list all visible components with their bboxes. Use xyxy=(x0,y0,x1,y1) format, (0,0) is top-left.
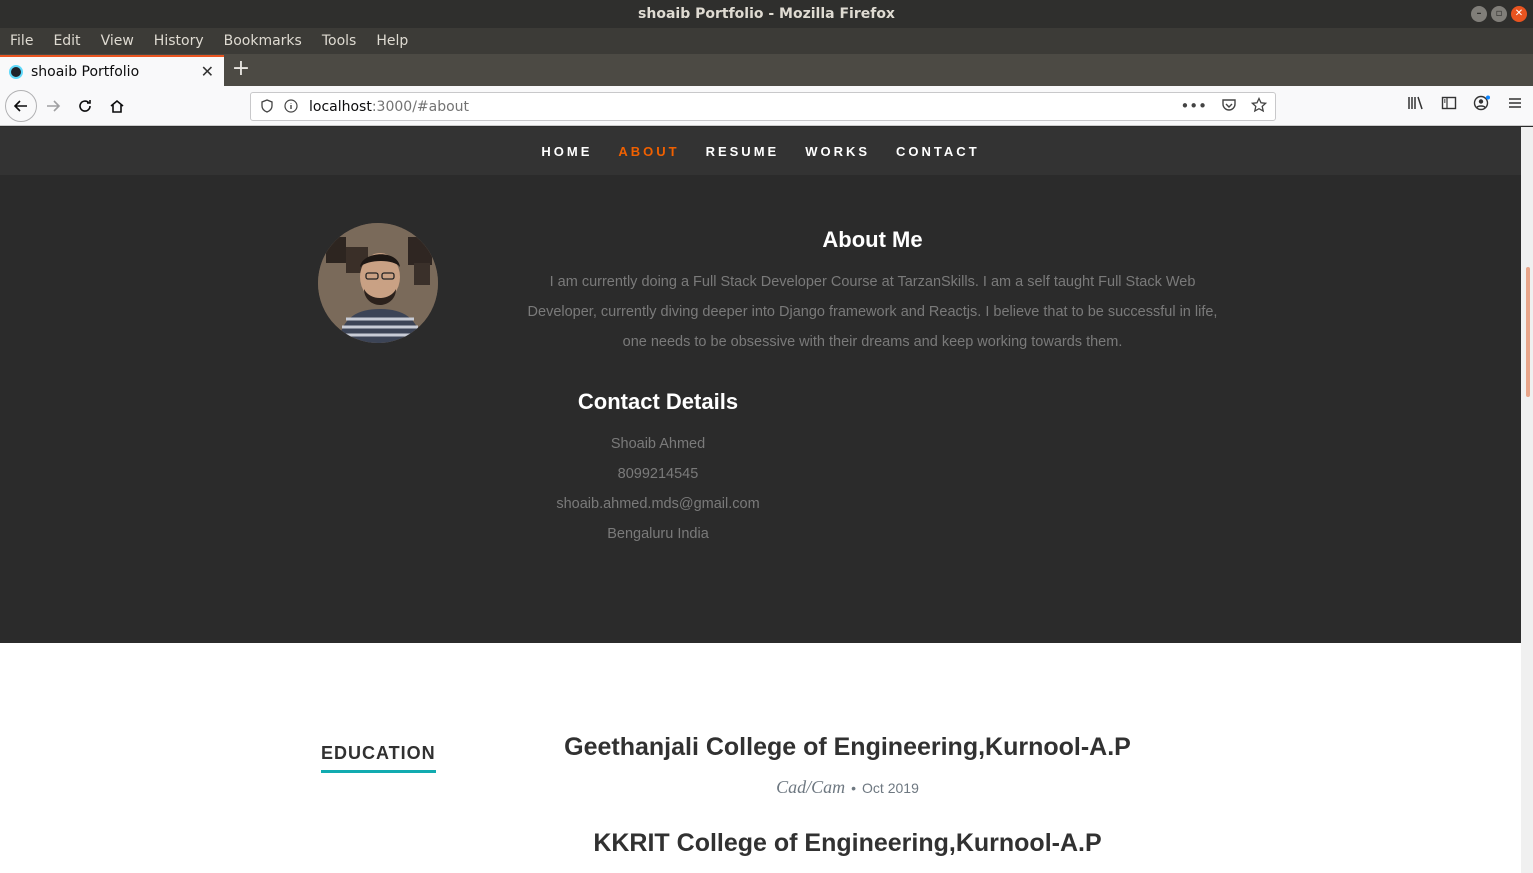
home-icon xyxy=(110,99,124,113)
about-section: About Me I am currently doing a Full Sta… xyxy=(0,175,1521,643)
url-text[interactable]: localhost:3000/#about xyxy=(309,99,469,115)
resume-section: EDUCATION Geethanjali College of Enginee… xyxy=(0,643,1521,873)
contact-phone: 8099214545 xyxy=(617,466,699,482)
about-bio: I am currently doing a Full Stack Develo… xyxy=(527,274,1218,350)
nav-link-resume[interactable]: RESUME xyxy=(706,144,780,159)
bookmark-star-icon[interactable] xyxy=(1250,96,1268,117)
degree: Cad/Cam xyxy=(776,777,846,797)
sidebar-icon[interactable] xyxy=(1441,95,1457,115)
reload-icon xyxy=(79,100,91,112)
education-label: EDUCATION xyxy=(321,743,436,773)
url-path: :3000/#about xyxy=(371,98,470,115)
page-actions-icon[interactable]: ••• xyxy=(1180,97,1207,117)
menu-bar: File Edit View History Bookmarks Tools H… xyxy=(0,28,1533,54)
school-name: Geethanjali College of Engineering,Kurno… xyxy=(564,733,1131,761)
url-actions: ••• xyxy=(1180,96,1268,117)
reload-button[interactable] xyxy=(70,91,100,121)
tab-title: shoaib Portfolio xyxy=(31,63,140,80)
home-button[interactable] xyxy=(102,91,132,121)
site-navigation: HOME ABOUT RESUME WORKS CONTACT xyxy=(0,127,1521,175)
forward-arrow-icon xyxy=(47,100,61,112)
profile-photo xyxy=(318,223,438,343)
window-title: shoaib Portfolio - Mozilla Firefox xyxy=(638,6,895,22)
menu-bookmarks[interactable]: Bookmarks xyxy=(224,33,302,49)
education-date: Oct 2019 xyxy=(862,780,919,796)
menu-edit[interactable]: Edit xyxy=(53,33,80,49)
pocket-icon[interactable] xyxy=(1221,97,1237,117)
menu-history[interactable]: History xyxy=(154,33,204,49)
contact-name: Shoaib Ahmed xyxy=(610,436,706,452)
school-name: KKRIT College of Engineering,Kurnool-A.P xyxy=(593,829,1102,857)
toolbar-right xyxy=(1407,95,1523,115)
tab-strip: shoaib Portfolio ✕ + xyxy=(0,54,1533,86)
account-icon[interactable] xyxy=(1473,95,1491,115)
url-bar[interactable]: localhost:3000/#about ••• xyxy=(250,92,1276,121)
navigation-toolbar: localhost:3000/#about ••• xyxy=(0,86,1533,126)
tab-close-icon[interactable]: ✕ xyxy=(201,62,214,81)
tab-active[interactable]: shoaib Portfolio ✕ xyxy=(0,55,224,86)
new-tab-button[interactable]: + xyxy=(230,58,252,80)
nav-link-works[interactable]: WORKS xyxy=(805,144,870,159)
window-titlebar: shoaib Portfolio - Mozilla Firefox – ▫ ✕ xyxy=(0,0,1533,28)
scrollbar-thumb[interactable] xyxy=(1526,267,1530,397)
nav-link-contact[interactable]: CONTACT xyxy=(896,144,980,159)
contact-email: shoaib.ahmed.mds@gmail.com xyxy=(556,496,760,512)
forward-button[interactable] xyxy=(38,91,68,121)
menu-view[interactable]: View xyxy=(101,33,134,49)
about-heading: About Me xyxy=(822,227,923,252)
contact-location: Bengaluru India xyxy=(607,526,709,542)
window-controls: – ▫ ✕ xyxy=(1471,6,1527,22)
back-button[interactable] xyxy=(5,90,37,122)
minimize-button[interactable]: – xyxy=(1471,6,1487,22)
nav-link-about[interactable]: ABOUT xyxy=(618,144,679,159)
url-host: localhost xyxy=(309,98,372,115)
contact-details: Shoaib Ahmed 8099214545 shoaib.ahmed.mds… xyxy=(508,429,808,549)
hamburger-menu-icon[interactable] xyxy=(1507,95,1523,115)
contact-details-heading: Contact Details xyxy=(577,389,739,414)
school-info: Cad/Cam • Oct 2019 xyxy=(520,777,1175,798)
close-window-button[interactable]: ✕ xyxy=(1511,6,1527,22)
info-bullet: • xyxy=(851,780,857,796)
menu-help[interactable]: Help xyxy=(376,33,408,49)
react-favicon-icon xyxy=(9,64,23,79)
back-arrow-icon xyxy=(13,100,27,112)
tracking-shield-icon[interactable] xyxy=(259,98,275,115)
site-info-icon[interactable] xyxy=(283,98,299,115)
menu-tools[interactable]: Tools xyxy=(322,33,357,49)
nav-link-home[interactable]: HOME xyxy=(541,144,592,159)
maximize-button[interactable]: ▫ xyxy=(1491,6,1507,22)
page-scrollbar[interactable] xyxy=(1521,127,1533,873)
library-icon[interactable] xyxy=(1407,95,1425,115)
page-viewport: HOME ABOUT RESUME WORKS CONTACT About Me xyxy=(0,127,1521,873)
menu-file[interactable]: File xyxy=(10,33,33,49)
